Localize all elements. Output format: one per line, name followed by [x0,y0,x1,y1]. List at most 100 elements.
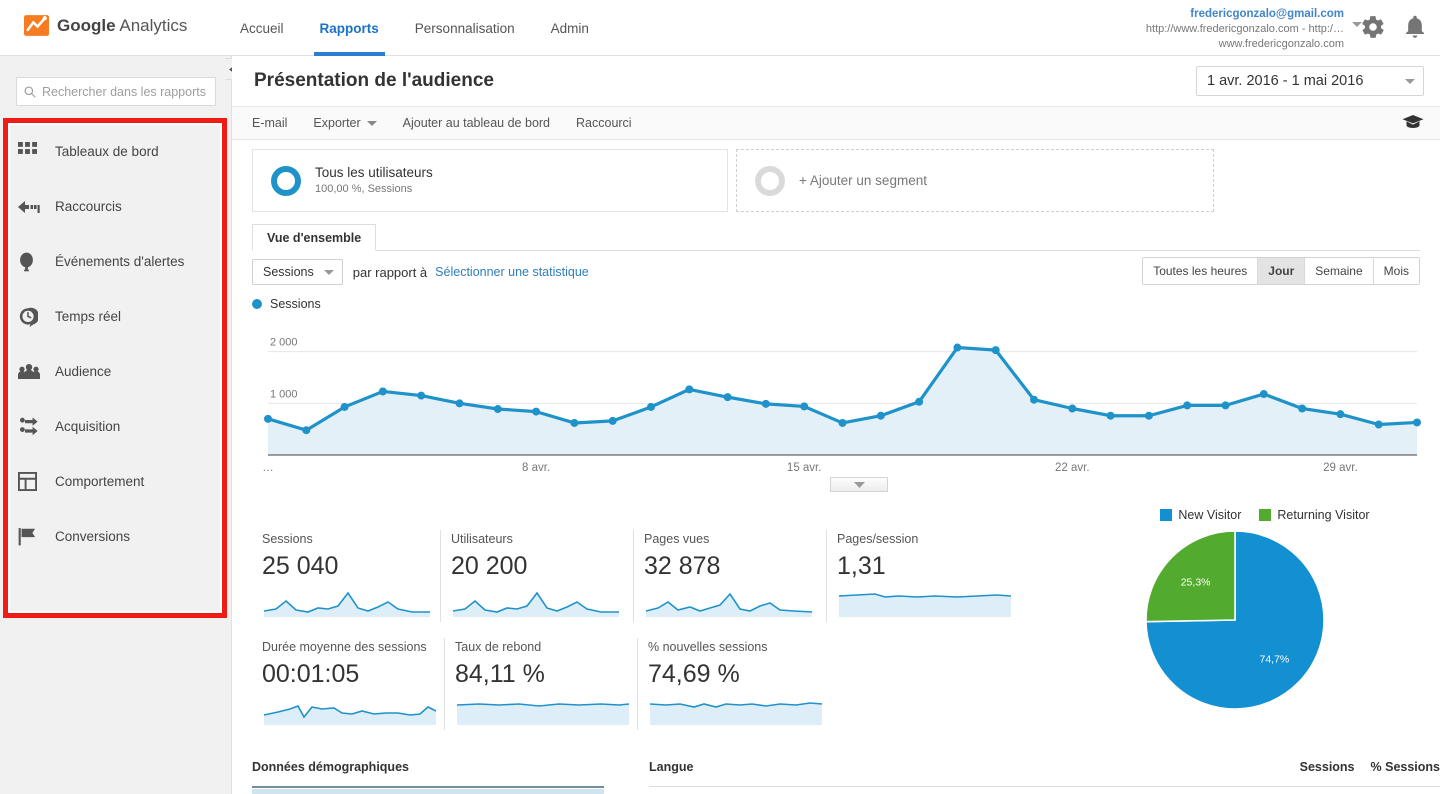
segment-all-users[interactable]: Tous les utilisateurs 100,00 %, Sessions [252,149,728,212]
demographics-bar [252,789,604,794]
nav-personnalisation[interactable]: Personnalisation [415,0,515,56]
sidebar-search [16,77,216,106]
legend-color-swatch [1160,509,1173,521]
metric-value: 25 040 [262,552,339,580]
metric-value: 1,31 [837,552,886,580]
report-toolbar: E-mail Exporter Ajouter au tableau de bo… [232,107,1440,140]
metric-label: Durée moyenne des sessions [262,640,427,654]
analytics-mark-icon [24,15,49,36]
sessions-line-chart[interactable]: 1 000 2 000 … 8 avr. 15 avr. 22 avr. 29 avr. [252,319,1424,492]
sidebar-item-label: Tableaux de bord [55,144,159,159]
sidebar-item-label: Conversions [55,529,131,544]
chevron-down-icon [366,120,377,126]
metric-select[interactable]: Sessions [252,259,343,285]
col-sessions: Sessions [1299,760,1355,774]
metric-label: Pages vues [644,532,710,546]
google-analytics-logo[interactable]: Google Analytics [24,13,187,38]
add-to-dashboard-button[interactable]: Ajouter au tableau de bord [403,116,550,130]
brand-google: Google [57,15,116,35]
add-segment-label: + Ajouter un segment [799,173,927,188]
metric-card-sessions[interactable]: Sessions 25 040 [252,524,441,632]
svg-text:74,7%: 74,7% [1259,654,1289,666]
clock-icon [18,307,48,327]
pie-legend: New Visitor Returning Visitor [1100,508,1430,522]
divider [649,786,1440,787]
nav-rapports[interactable]: Rapports [313,0,386,56]
svg-text:25,3%: 25,3% [1181,576,1211,588]
metric-label: Taux de rebond [455,640,542,654]
granularity-hourly[interactable]: Toutes les heures [1143,258,1259,284]
sparkline [838,593,1012,617]
top-bar: Google Analytics Accueil Rapports Person… [0,0,1440,56]
settings-button[interactable] [1360,14,1388,42]
report-tabs: Vue d'ensemble [252,224,1420,251]
demographics-panel: Données démographiques [252,760,604,794]
legend-label: Sessions [270,297,321,311]
tab-vue-densemble[interactable]: Vue d'ensemble [252,224,377,251]
sidebar-item-raccourcis[interactable]: Raccourcis [0,179,232,234]
metric-value: 00:01:05 [262,660,360,688]
pie-legend-returning-visitor[interactable]: Returning Visitor [1259,508,1370,522]
behavior-layout-icon [18,472,48,491]
metric-card-nouvelles-sessions[interactable]: % nouvelles sessions 74,69 % [638,632,831,740]
metric-value: 74,69 % [648,660,740,688]
svg-text:22 avr.: 22 avr. [1055,462,1090,474]
pie-legend-label: Returning Visitor [1277,508,1370,522]
account-email: fredericgonzalo@gmail.com [1190,8,1344,20]
metric-card-taux-rebond[interactable]: Taux de rebond 84,11 % [445,632,638,740]
granularity-month[interactable]: Mois [1373,258,1419,284]
brand-analytics: Analytics [119,15,188,35]
add-segment-button[interactable]: + Ajouter un segment [736,149,1214,212]
legend-color-swatch [252,299,262,309]
svg-text:8 avr.: 8 avr. [522,462,550,474]
email-button[interactable]: E-mail [252,116,287,130]
nav-accueil[interactable]: Accueil [240,0,284,56]
metric-card-duree-moyenne[interactable]: Durée moyenne des sessions 00:01:05 [252,632,445,740]
sidebar-item-evenements-alertes[interactable]: Événements d'alertes [0,234,232,289]
segment-name: Tous les utilisateurs [315,165,433,180]
pie-legend-new-visitor[interactable]: New Visitor [1160,508,1241,522]
shortcut-button[interactable]: Raccourci [576,116,632,130]
account-selector[interactable]: fredericgonzalo@gmail.com http://www.fre… [1146,6,1344,52]
pie-chart-svg[interactable]: 74,7% 25,3% [1100,528,1430,718]
search-box[interactable] [16,77,216,106]
academy-button[interactable] [1402,114,1424,135]
metric-label: Pages/session [837,532,919,546]
divider [252,786,604,788]
people-icon [18,363,48,380]
metric-card-pages-vues[interactable]: Pages vues 32 878 [634,524,827,632]
add-segment-donut-icon [755,165,785,196]
chart-scroll-handle[interactable] [830,477,888,492]
sidebar-item-comportement[interactable]: Comportement [0,454,232,509]
export-button[interactable]: Exporter [313,116,377,130]
notifications-button[interactable] [1402,14,1430,42]
alert-balloon-icon [18,252,48,272]
graduation-cap-icon [1402,115,1424,128]
chevron-down-icon [853,481,865,488]
granularity-week[interactable]: Semaine [1305,258,1374,284]
svg-text:1 000: 1 000 [270,388,298,400]
sparkline [649,702,823,725]
date-range-selector[interactable]: 1 avr. 2016 - 1 mai 2016 [1196,66,1424,96]
sidebar-item-tableaux-de-bord[interactable]: Tableaux de bord [0,124,232,179]
account-property: http://www.fredericgonzalo.com - http:/… [1145,23,1344,35]
sidebar-item-conversions[interactable]: Conversions [0,509,232,564]
sparkline [456,703,630,725]
sidebar-item-temps-reel[interactable]: Temps réel [0,289,232,344]
select-metric-link[interactable]: Sélectionner une statistique [435,265,589,279]
chart-controls: Sessions par rapport à Sélectionner une … [252,251,1420,293]
granularity-day[interactable]: Jour [1258,258,1306,284]
sidebar-item-acquisition[interactable]: Acquisition [0,399,232,454]
chevron-down-icon [323,269,334,275]
search-input[interactable] [42,84,210,99]
chevron-down-icon [1405,78,1415,84]
metric-value: 84,11 % [455,660,545,688]
segment-donut-icon [271,165,301,196]
nav-admin[interactable]: Admin [551,0,589,56]
svg-text:2 000: 2 000 [270,337,298,349]
sidebar-item-label: Acquisition [55,419,121,434]
metric-card-utilisateurs[interactable]: Utilisateurs 20 200 [441,524,634,632]
sidebar-item-audience[interactable]: Audience [0,344,232,399]
metric-row-2: Durée moyenne des sessions 00:01:05 Taux… [252,632,1042,740]
metric-card-pages-session[interactable]: Pages/session 1,31 [827,524,1027,632]
